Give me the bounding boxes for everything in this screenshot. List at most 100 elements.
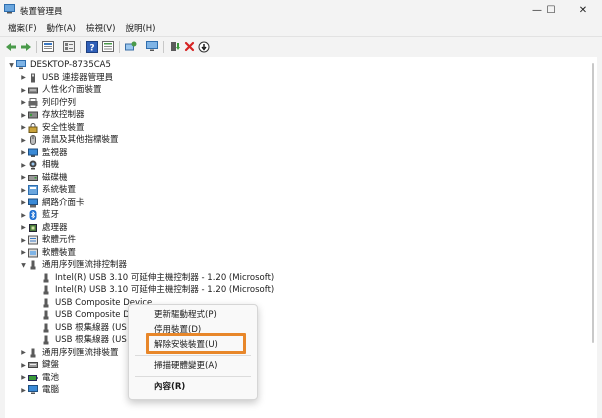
tree-category-label: 存放控制器: [42, 110, 85, 120]
system-icon: [28, 185, 38, 195]
scan-hardware-icon[interactable]: [124, 40, 138, 53]
uninstall-icon[interactable]: [182, 40, 196, 53]
menu-action[interactable]: 動作(A): [47, 20, 76, 35]
menu-separator: [135, 376, 251, 377]
expand-chevron-icon[interactable]: ▶: [19, 86, 28, 95]
software-device-icon: [28, 248, 38, 258]
expand-chevron-icon[interactable]: ▶: [19, 173, 28, 182]
printer-icon: [28, 97, 38, 108]
monitor-icon: [28, 148, 38, 158]
tree-category-label: 通用序列匯流排裝置: [42, 347, 119, 358]
tree-root-label: DESKTOP-8735CA5: [30, 60, 111, 70]
expand-chevron-icon[interactable]: ▶: [19, 248, 28, 257]
tree-category-label: 相機: [42, 160, 60, 170]
tree-category-software-device[interactable]: ▶ 軟體裝置: [19, 247, 76, 259]
back-icon[interactable]: [4, 40, 18, 53]
tree-category-camera[interactable]: ▶ 相機: [19, 159, 59, 171]
expand-chevron-icon[interactable]: ▶: [19, 111, 28, 120]
processor-icon: [28, 223, 38, 233]
tree-category-storage[interactable]: ▶ 存放控制器: [19, 109, 85, 121]
menu-view[interactable]: 檢視(V): [86, 20, 115, 35]
toolbar-separator: [80, 41, 81, 53]
menu-item-uninstall-device[interactable]: 解除安裝裝置(U): [154, 339, 218, 352]
tree-category-usb-connector[interactable]: ▶ USB 連接器管理員: [19, 72, 113, 84]
menu-item-update-driver[interactable]: 更新驅動程式(P): [154, 309, 217, 322]
menu-item-disable-device[interactable]: 停用裝置(D): [154, 324, 201, 337]
expand-chevron-icon[interactable]: ▶: [19, 161, 28, 170]
tree-root-node[interactable]: ▼ DESKTOP-8735CA5: [7, 59, 111, 71]
tree-category-hid[interactable]: ▶ 人性化介面裝置: [19, 84, 101, 96]
collapse-chevron-icon[interactable]: ▼: [19, 261, 28, 270]
toolbar-separator: [163, 41, 164, 53]
usb-plug-icon: [41, 310, 51, 320]
tree-device-item[interactable]: USB 根集線器 (US: [41, 322, 127, 334]
menu-help[interactable]: 說明(H): [125, 20, 155, 35]
keyboard-icon: [28, 360, 38, 370]
device-tree[interactable]: ▼ DESKTOP-8735CA5 ▶ USB 連接器管理員 ▶ 人性化介面裝置…: [5, 57, 597, 418]
tree-device-item[interactable]: Intel(R) USB 3.10 可延伸主機控制器 - 1.20 (Micro…: [41, 272, 274, 284]
collapse-chevron-icon[interactable]: ▼: [7, 61, 16, 70]
expand-chevron-icon[interactable]: ▶: [19, 223, 28, 232]
tree-view-icon[interactable]: [62, 40, 76, 53]
tree-device-item[interactable]: USB Composite D: [41, 309, 130, 321]
details-view-icon[interactable]: [101, 40, 115, 53]
battery-icon: [28, 373, 38, 383]
disable-icon[interactable]: [197, 40, 211, 53]
close-button[interactable]: ✕: [570, 0, 596, 20]
tree-category-label: 安全性裝置: [42, 122, 85, 133]
tree-category-security[interactable]: ▶ 安全性裝置: [19, 122, 85, 134]
expand-chevron-icon[interactable]: ▶: [19, 211, 28, 220]
expand-chevron-icon[interactable]: ▶: [19, 198, 28, 207]
menu-item-properties[interactable]: 內容(R): [154, 381, 185, 394]
scrollbar[interactable]: [592, 63, 594, 343]
security-icon: [28, 122, 38, 133]
expand-chevron-icon[interactable]: ▶: [19, 98, 28, 107]
bluetooth-icon: [28, 210, 38, 220]
tree-category-bluetooth[interactable]: ▶ 藍牙: [19, 209, 59, 221]
expand-chevron-icon[interactable]: ▶: [19, 186, 28, 195]
tree-category-mouse[interactable]: ▶ 滑鼠及其他指標裝置: [19, 134, 119, 146]
expand-chevron-icon[interactable]: ▶: [19, 386, 28, 395]
tree-category-label: 鍵盤: [42, 360, 60, 370]
menu-file[interactable]: 檔案(F): [8, 20, 37, 35]
window-title: 裝置管理員: [20, 7, 63, 17]
expand-chevron-icon[interactable]: ▶: [19, 361, 28, 370]
tree-device-item[interactable]: Intel(R) USB 3.10 可延伸主機控制器 - 1.20 (Micro…: [41, 284, 274, 296]
tree-category-disk[interactable]: ▶ 磁碟機: [19, 172, 67, 184]
tree-device-label: USB 根集線器 (US: [55, 322, 127, 333]
expand-chevron-icon[interactable]: ▶: [19, 373, 28, 382]
mouse-icon: [28, 135, 38, 145]
tree-category-system[interactable]: ▶ 系統裝置: [19, 184, 76, 196]
usb-connector-icon: [28, 73, 38, 83]
tree-category-monitor[interactable]: ▶ 監視器: [19, 147, 67, 159]
update-driver-icon[interactable]: [168, 40, 182, 53]
expand-chevron-icon[interactable]: ▶: [19, 236, 28, 245]
properties-icon[interactable]: [41, 40, 55, 53]
expand-chevron-icon[interactable]: ▶: [19, 136, 28, 145]
expand-chevron-icon[interactable]: ▶: [19, 348, 28, 357]
menu-item-scan-hardware[interactable]: 掃描硬體變更(A): [154, 360, 217, 373]
tree-category-usb-devices[interactable]: ▶ 通用序列匯流排裝置: [19, 347, 119, 359]
tree-device-label: USB Composite D: [55, 310, 130, 320]
monitor-icon[interactable]: [145, 40, 159, 53]
tree-category-keyboard[interactable]: ▶ 鍵盤: [19, 359, 59, 371]
tree-device-label: USB 根集線器 (US: [55, 335, 127, 345]
expand-chevron-icon[interactable]: ▶: [19, 148, 28, 157]
tree-category-processor[interactable]: ▶ 處理器: [19, 222, 68, 234]
tree-category-network[interactable]: ▶ 網路介面卡: [19, 197, 84, 209]
forward-icon[interactable]: [19, 40, 33, 53]
tree-category-battery[interactable]: ▶ 電池: [19, 372, 59, 384]
help-icon[interactable]: ?: [85, 40, 99, 53]
maximize-button[interactable]: ☐: [538, 0, 564, 20]
tree-category-printer[interactable]: ▶ 列印佇列: [19, 97, 76, 109]
expand-chevron-icon[interactable]: ▶: [19, 73, 28, 82]
tree-category-software-component[interactable]: ▶ 軟體元件: [19, 234, 76, 246]
tree-category-computer[interactable]: ▶ 電腦: [19, 384, 59, 396]
tree-category-label: 處理器: [42, 222, 68, 233]
menu-bar: 檔案(F) 動作(A) 檢視(V) 說明(H): [0, 20, 602, 35]
tree-category-label: 列印佇列: [42, 97, 77, 108]
tree-category-usb-controllers[interactable]: ▼ 通用序列匯流排控制器: [19, 259, 127, 271]
tree-category-label: 電腦: [42, 385, 60, 395]
tree-device-item[interactable]: USB 根集線器 (US: [41, 334, 127, 346]
expand-chevron-icon[interactable]: ▶: [19, 123, 28, 132]
